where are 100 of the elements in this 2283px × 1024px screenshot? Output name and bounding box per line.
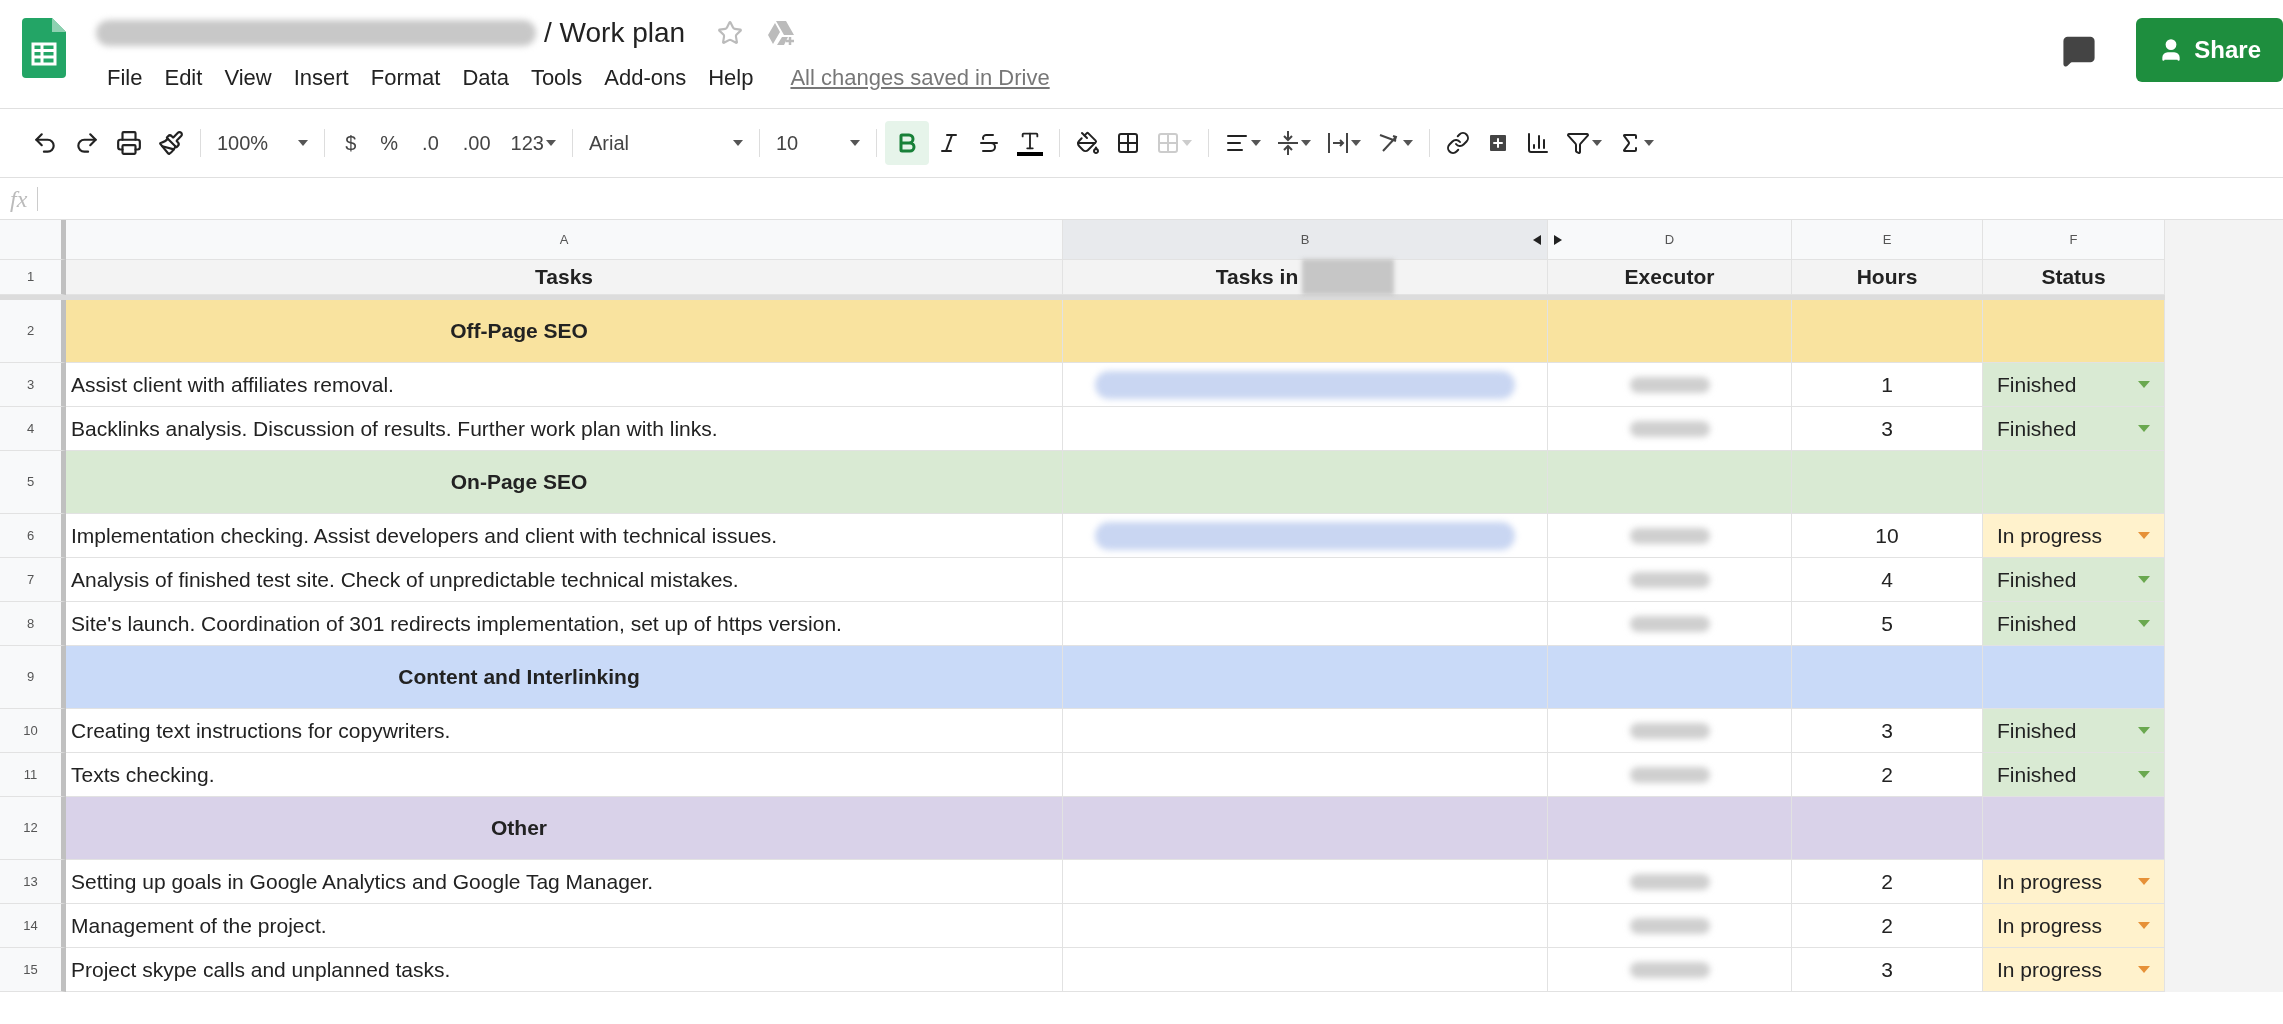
font-dropdown[interactable]: Arial	[580, 128, 751, 158]
header-cell-text: Hours	[1856, 264, 1918, 291]
header-cell-text: Tasks in	[1215, 264, 1299, 291]
column-header[interactable]: F	[2069, 229, 2078, 250]
hours-cell-text: 3	[1881, 717, 1893, 744]
hours-cell-text: 3	[1881, 956, 1893, 983]
menu-item[interactable]: Format	[359, 60, 452, 94]
caret-icon	[2138, 771, 2150, 778]
currency-button[interactable]: $	[333, 128, 369, 158]
row-number[interactable]: 5	[26, 472, 35, 492]
share-button[interactable]: Share	[2136, 18, 2283, 82]
status-dropdown[interactable]: Finished	[1983, 602, 2164, 645]
caret-icon	[2138, 532, 2150, 539]
menu-item[interactable]: Data	[451, 60, 520, 94]
menu-item[interactable]: Add-ons	[593, 60, 698, 94]
caret-icon	[2138, 381, 2150, 388]
status-dropdown[interactable]: Finished	[1983, 407, 2164, 450]
caret-icon	[1181, 140, 1192, 146]
caret-icon	[849, 140, 860, 146]
caret-icon	[1402, 140, 1413, 146]
number-format-dropdown[interactable]: 123	[502, 128, 564, 158]
bold-button[interactable]	[884, 121, 929, 165]
row-number[interactable]: 7	[26, 569, 35, 590]
vertical-align-icon	[1276, 131, 1299, 155]
menu-item[interactable]: Tools	[519, 60, 594, 94]
status-dropdown[interactable]: Finished	[1983, 363, 2164, 406]
caret-icon	[2138, 922, 2150, 929]
comments-icon[interactable]	[2062, 34, 2097, 68]
caret-icon	[2138, 425, 2150, 432]
column-header[interactable]: E	[1882, 229, 1892, 250]
status-dropdown[interactable]: Finished	[1983, 753, 2164, 796]
undo-icon	[32, 130, 58, 156]
header-cell-text: Executor	[1624, 264, 1715, 291]
menu-item[interactable]: Help	[697, 60, 765, 94]
status-dropdown[interactable]: In progress	[1983, 904, 2164, 947]
row-number[interactable]: 1	[26, 267, 35, 287]
column-header[interactable]: B	[1300, 229, 1310, 250]
chart-icon	[1525, 131, 1550, 155]
caret-icon	[2138, 878, 2150, 885]
status-dropdown[interactable]: In progress	[1983, 860, 2164, 903]
status-dropdown[interactable]: In progress	[1983, 514, 2164, 557]
column-header[interactable]: D	[1664, 229, 1675, 250]
row-number[interactable]: 8	[26, 613, 35, 634]
task-cell-text: Assist client with affiliates removal.	[71, 371, 394, 398]
status-dropdown[interactable]: Finished	[1983, 558, 2164, 601]
task-cell-text: Site's launch. Coordination of 301 redirects implementation, set up of https version.	[71, 610, 842, 637]
task-cell-text: Management of the project.	[71, 912, 327, 939]
caret-icon	[2138, 620, 2150, 627]
hours-cell-text: 2	[1881, 761, 1893, 788]
menu-item[interactable]: Edit	[153, 60, 214, 94]
caret-icon	[1350, 140, 1361, 146]
decrease-decimal-button[interactable]: .0	[410, 128, 451, 158]
caret-icon	[1250, 140, 1261, 146]
caret-icon	[2138, 727, 2150, 734]
row-number[interactable]: 10	[23, 720, 38, 741]
row-number[interactable]: 3	[26, 374, 35, 395]
text-wrap-icon	[1326, 131, 1349, 155]
caret-icon	[2138, 966, 2150, 973]
text-color-icon	[1016, 130, 1043, 156]
filter-icon	[1565, 131, 1590, 155]
hidden-column-arrow-icon[interactable]	[1554, 234, 1562, 245]
header-cell-text: Status	[2041, 264, 2106, 291]
row-number[interactable]: 12	[23, 818, 38, 838]
zoom-dropdown[interactable]: 100%	[209, 128, 317, 158]
hours-cell-text: 3	[1881, 415, 1893, 442]
caret-icon	[1643, 140, 1654, 146]
row-number[interactable]: 9	[26, 667, 35, 687]
merge-cells-icon	[1155, 131, 1180, 155]
paint-roller-icon	[158, 130, 184, 156]
row-number[interactable]: 4	[26, 418, 35, 439]
section-title: On-Page SEO	[450, 469, 588, 496]
menu-item[interactable]: View	[213, 60, 283, 94]
percent-button[interactable]: %	[368, 128, 411, 158]
row-number[interactable]: 15	[23, 959, 38, 980]
caret-icon	[1591, 140, 1602, 146]
star-icon[interactable]	[717, 20, 744, 46]
menu-item[interactable]: Insert	[282, 60, 360, 94]
caret-icon	[545, 140, 556, 146]
row-number[interactable]: 13	[23, 871, 38, 892]
task-cell-text: Implementation checking. Assist developers and client with technical issues.	[71, 522, 778, 549]
spreadsheet-logo-icon[interactable]	[22, 18, 66, 78]
printer-icon	[116, 130, 142, 156]
save-status-link[interactable]: All changes saved in Drive	[790, 60, 1050, 94]
task-cell-text: Project skype calls and unplanned tasks.	[71, 956, 451, 983]
hours-cell-text: 10	[1875, 522, 1899, 549]
font-size-dropdown[interactable]: 10	[767, 128, 868, 158]
status-dropdown[interactable]: In progress	[1983, 948, 2164, 991]
hidden-column-arrow-icon[interactable]	[1533, 234, 1541, 245]
caret-icon	[1300, 140, 1311, 146]
status-dropdown[interactable]: Finished	[1983, 709, 2164, 752]
column-header[interactable]: A	[559, 229, 569, 250]
row-number[interactable]: 6	[26, 525, 35, 546]
task-cell-text: Backlinks analysis. Discussion of results. Further work plan with links.	[71, 415, 718, 442]
menu-item[interactable]: File	[96, 60, 154, 94]
caret-icon	[732, 140, 743, 146]
row-number[interactable]: 11	[23, 764, 38, 785]
row-number[interactable]: 2	[26, 321, 35, 341]
increase-decimal-button[interactable]: .00	[450, 128, 503, 158]
row-number[interactable]: 14	[23, 915, 38, 936]
document-title[interactable]: / Work plan	[544, 12, 686, 54]
